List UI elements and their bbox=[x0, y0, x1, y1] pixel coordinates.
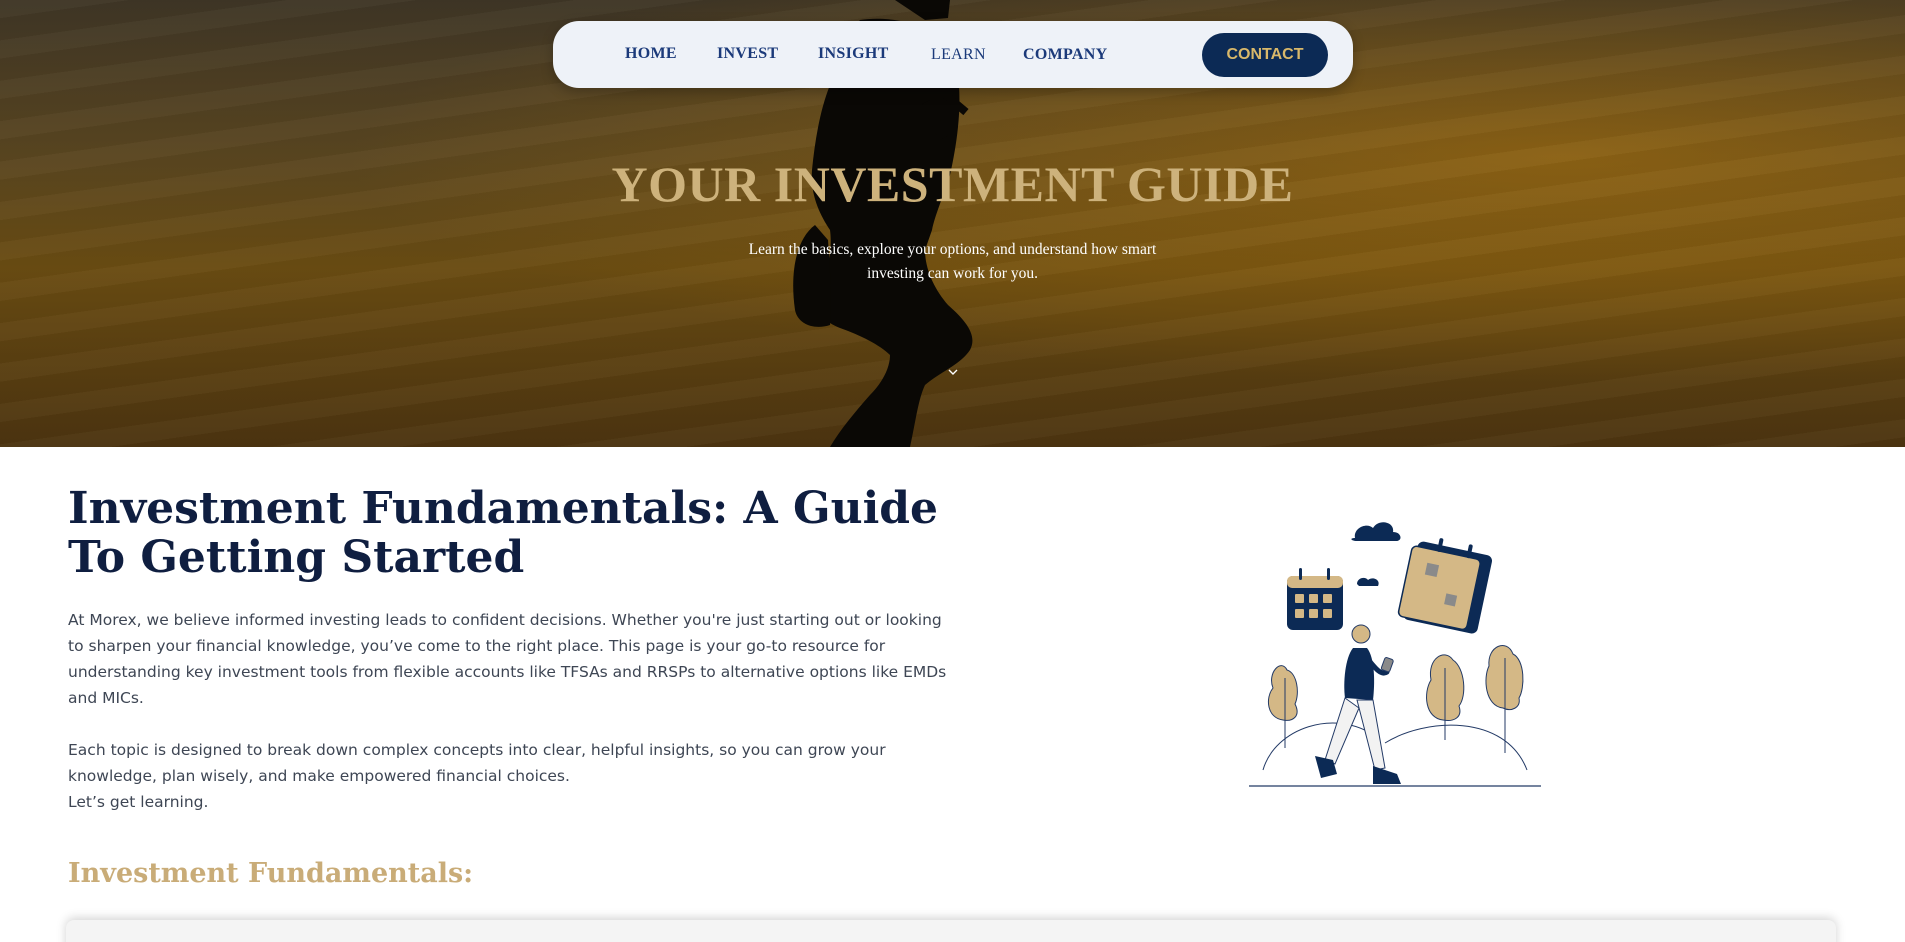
person-walking-illustration bbox=[1249, 522, 1541, 787]
hero-subtitle: Learn the basics, explore your options, … bbox=[730, 238, 1175, 286]
nav-home[interactable]: HOME bbox=[625, 45, 677, 63]
hero-subtitle-line1: Learn the basics, explore your options, … bbox=[748, 241, 1157, 258]
topics-paragraph: Each topic is designed to break down com… bbox=[68, 741, 886, 785]
chevron-down-icon[interactable] bbox=[945, 366, 961, 378]
closing-line: Let’s get learning. bbox=[68, 793, 209, 811]
hero-banner: HOME INVEST INSIGHT LEARN COMPANY CONTAC… bbox=[0, 0, 1905, 447]
intro-paragraph: At Morex, we believe informed investing … bbox=[68, 611, 947, 707]
nav-insight[interactable]: INSIGHT bbox=[818, 45, 889, 63]
section-title: Investment Fundamentals: bbox=[68, 858, 474, 889]
nav-invest[interactable]: INVEST bbox=[717, 45, 778, 63]
page-title: Investment Fundamentals: A Guide To Gett… bbox=[68, 483, 939, 583]
contact-button[interactable]: CONTACT bbox=[1202, 33, 1328, 77]
hero-subtitle-line2: investing can work for you. bbox=[867, 265, 1038, 282]
hero-title: YOUR INVESTMENT GUIDE bbox=[611, 156, 1294, 212]
nav-learn[interactable]: LEARN bbox=[931, 46, 986, 64]
fundamentals-card bbox=[66, 920, 1836, 942]
nav-company[interactable]: COMPANY bbox=[1023, 46, 1107, 64]
